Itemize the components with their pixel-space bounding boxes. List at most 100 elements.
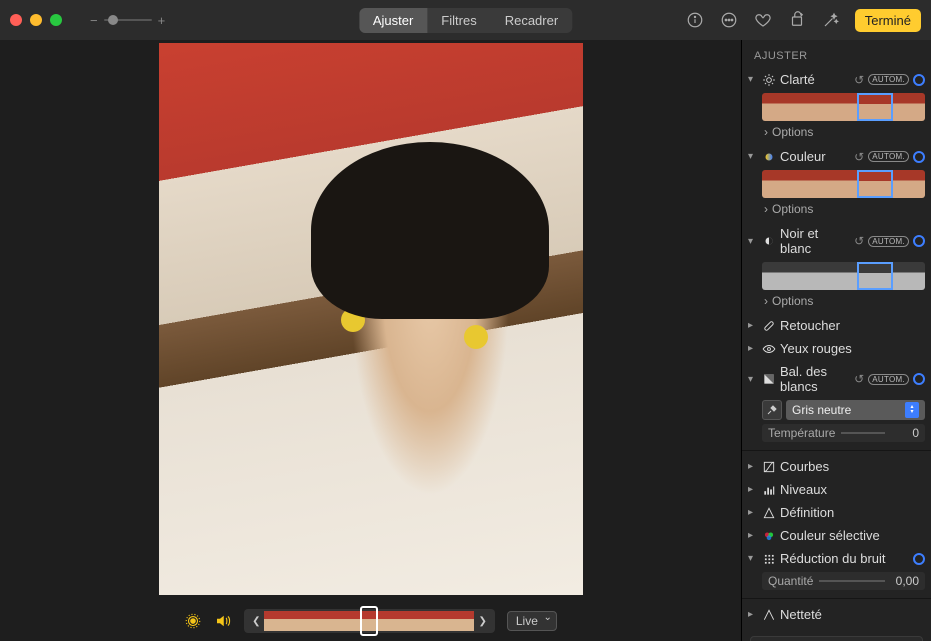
chevron-right-icon[interactable]: ▸ [748,343,758,354]
adjust-curves-group: ▸ Courbes [742,455,931,478]
light-thumb-strip[interactable] [762,93,925,121]
rotate-icon[interactable] [787,10,807,30]
chevron-right-icon[interactable]: ▸ [748,484,758,495]
adjust-label: Clarté [780,72,850,87]
auto-button[interactable]: AUTOM. [868,151,909,162]
curves-icon [762,460,776,474]
sidebar-header: AJUSTER [742,40,931,68]
favorite-icon[interactable] [753,10,773,30]
bw-options-row[interactable]: › Options [742,292,931,314]
fullscreen-window-button[interactable] [50,14,62,26]
noise-amount-row: Quantité 0,00 [762,572,925,590]
live-mode-select[interactable]: Live [507,611,557,631]
filmstrip-scrubber[interactable] [360,606,378,636]
chevron-right-icon[interactable]: ▸ [748,320,758,331]
chevron-right-icon: › [764,125,768,139]
enable-indicator[interactable] [913,373,925,385]
adjust-redeye-group: ▸ Yeux rouges [742,337,931,360]
auto-enhance-icon[interactable] [821,10,841,30]
reset-icon[interactable]: ↺ [854,234,864,248]
color-thumb-strip[interactable] [762,170,925,198]
select-arrows-icon: ▴▾ [905,402,919,418]
zoom-slider[interactable] [104,19,152,21]
enable-indicator[interactable] [913,553,925,565]
reset-icon[interactable]: ↺ [854,372,864,386]
zoom-in-icon[interactable]: + [158,13,166,28]
noise-amount-slider[interactable] [819,580,885,582]
adjust-selcolor-group: ▸ Couleur sélective [742,524,931,547]
zoom-out-icon[interactable]: − [90,13,98,28]
eye-icon [762,342,776,356]
options-label: Options [772,202,813,216]
adjust-label: Retoucher [780,318,925,333]
adjust-label: Noir et blanc [780,226,850,256]
edit-mode-tabs: Ajuster Filtres Recadrer [359,8,572,33]
more-icon[interactable] [719,10,739,30]
tab-crop[interactable]: Recadrer [491,8,572,33]
adjust-levels-group: ▸ Niveaux [742,478,931,501]
temperature-slider[interactable] [841,432,885,434]
chevron-right-icon: › [764,294,768,308]
adjust-label: Réduction du bruit [780,551,909,566]
selcolor-icon [762,529,776,543]
enable-indicator[interactable] [913,235,925,247]
adjust-light-group: ▾ Clarté ↺ AUTOM. › Options [742,68,931,145]
tab-adjust[interactable]: Ajuster [359,8,427,33]
options-label: Options [772,294,813,308]
wb-mode-select[interactable]: Gris neutre ▴▾ [786,400,925,420]
close-window-button[interactable] [10,14,22,26]
adjust-color-group: ▾ Couleur ↺ AUTOM. › Options [742,145,931,222]
disclosure-down-icon[interactable]: ▾ [748,236,758,247]
disclosure-down-icon[interactable]: ▾ [748,553,758,564]
live-photo-icon[interactable] [184,612,202,630]
auto-button[interactable]: AUTOM. [868,374,909,385]
chevron-right-icon[interactable]: ▸ [748,461,758,472]
bw-thumb-strip[interactable] [762,262,925,290]
adjust-label: Niveaux [780,482,925,497]
light-icon [762,73,776,87]
enable-indicator[interactable] [913,151,925,163]
toolbar-right: Terminé [685,9,921,32]
done-button[interactable]: Terminé [855,9,921,32]
slider-label: Température [768,426,835,440]
auto-button[interactable]: AUTOM. [868,236,909,247]
disclosure-down-icon[interactable]: ▾ [748,74,758,85]
light-options-row[interactable]: › Options [742,123,931,145]
toolbar: − + Ajuster Filtres Recadrer Terminé [0,0,931,40]
definition-icon [762,506,776,520]
adjust-wb-group: ▾ Bal. des blancs ↺ AUTOM. Gris neutre ▴… [742,360,931,446]
tab-filters[interactable]: Filtres [427,8,490,33]
info-icon[interactable] [685,10,705,30]
color-icon [762,150,776,164]
live-photo-filmstrip[interactable]: ❮ ❯ [244,609,495,633]
filmstrip-prev-icon[interactable]: ❮ [248,616,264,627]
adjust-bw-group: ▾ Noir et blanc ↺ AUTOM. › Options [742,222,931,314]
slider-label: Quantité [768,574,813,588]
reset-icon[interactable]: ↺ [854,73,864,87]
levels-icon [762,483,776,497]
chevron-right-icon[interactable]: ▸ [748,609,758,620]
photo-preview[interactable] [159,43,583,595]
chevron-right-icon[interactable]: ▸ [748,530,758,541]
chevron-right-icon[interactable]: ▸ [748,507,758,518]
disclosure-down-icon[interactable]: ▾ [748,151,758,162]
chevron-right-icon: › [764,202,768,216]
eyedropper-button[interactable] [762,400,782,420]
adjust-noise-group: ▾ Réduction du bruit Quantité 0,00 [742,547,931,594]
canvas-area: ❮ ❯ Live [0,40,741,641]
enable-indicator[interactable] [913,74,925,86]
filmstrip-next-icon[interactable]: ❯ [474,616,490,627]
disclosure-down-icon[interactable]: ▾ [748,374,758,385]
adjust-sidebar: AJUSTER ▾ Clarté ↺ AUTOM. › Options [741,40,931,641]
reset-adjustments-button[interactable]: Réinitialiser les ajustements [750,636,923,641]
sound-icon[interactable] [214,612,232,630]
window-controls [10,14,62,26]
auto-button[interactable]: AUTOM. [868,74,909,85]
reset-icon[interactable]: ↺ [854,150,864,164]
adjust-sharp-group: ▸ Netteté [742,603,931,626]
color-options-row[interactable]: › Options [742,200,931,222]
temperature-value: 0 [891,426,919,440]
minimize-window-button[interactable] [30,14,42,26]
wb-icon [762,372,776,386]
options-label: Options [772,125,813,139]
